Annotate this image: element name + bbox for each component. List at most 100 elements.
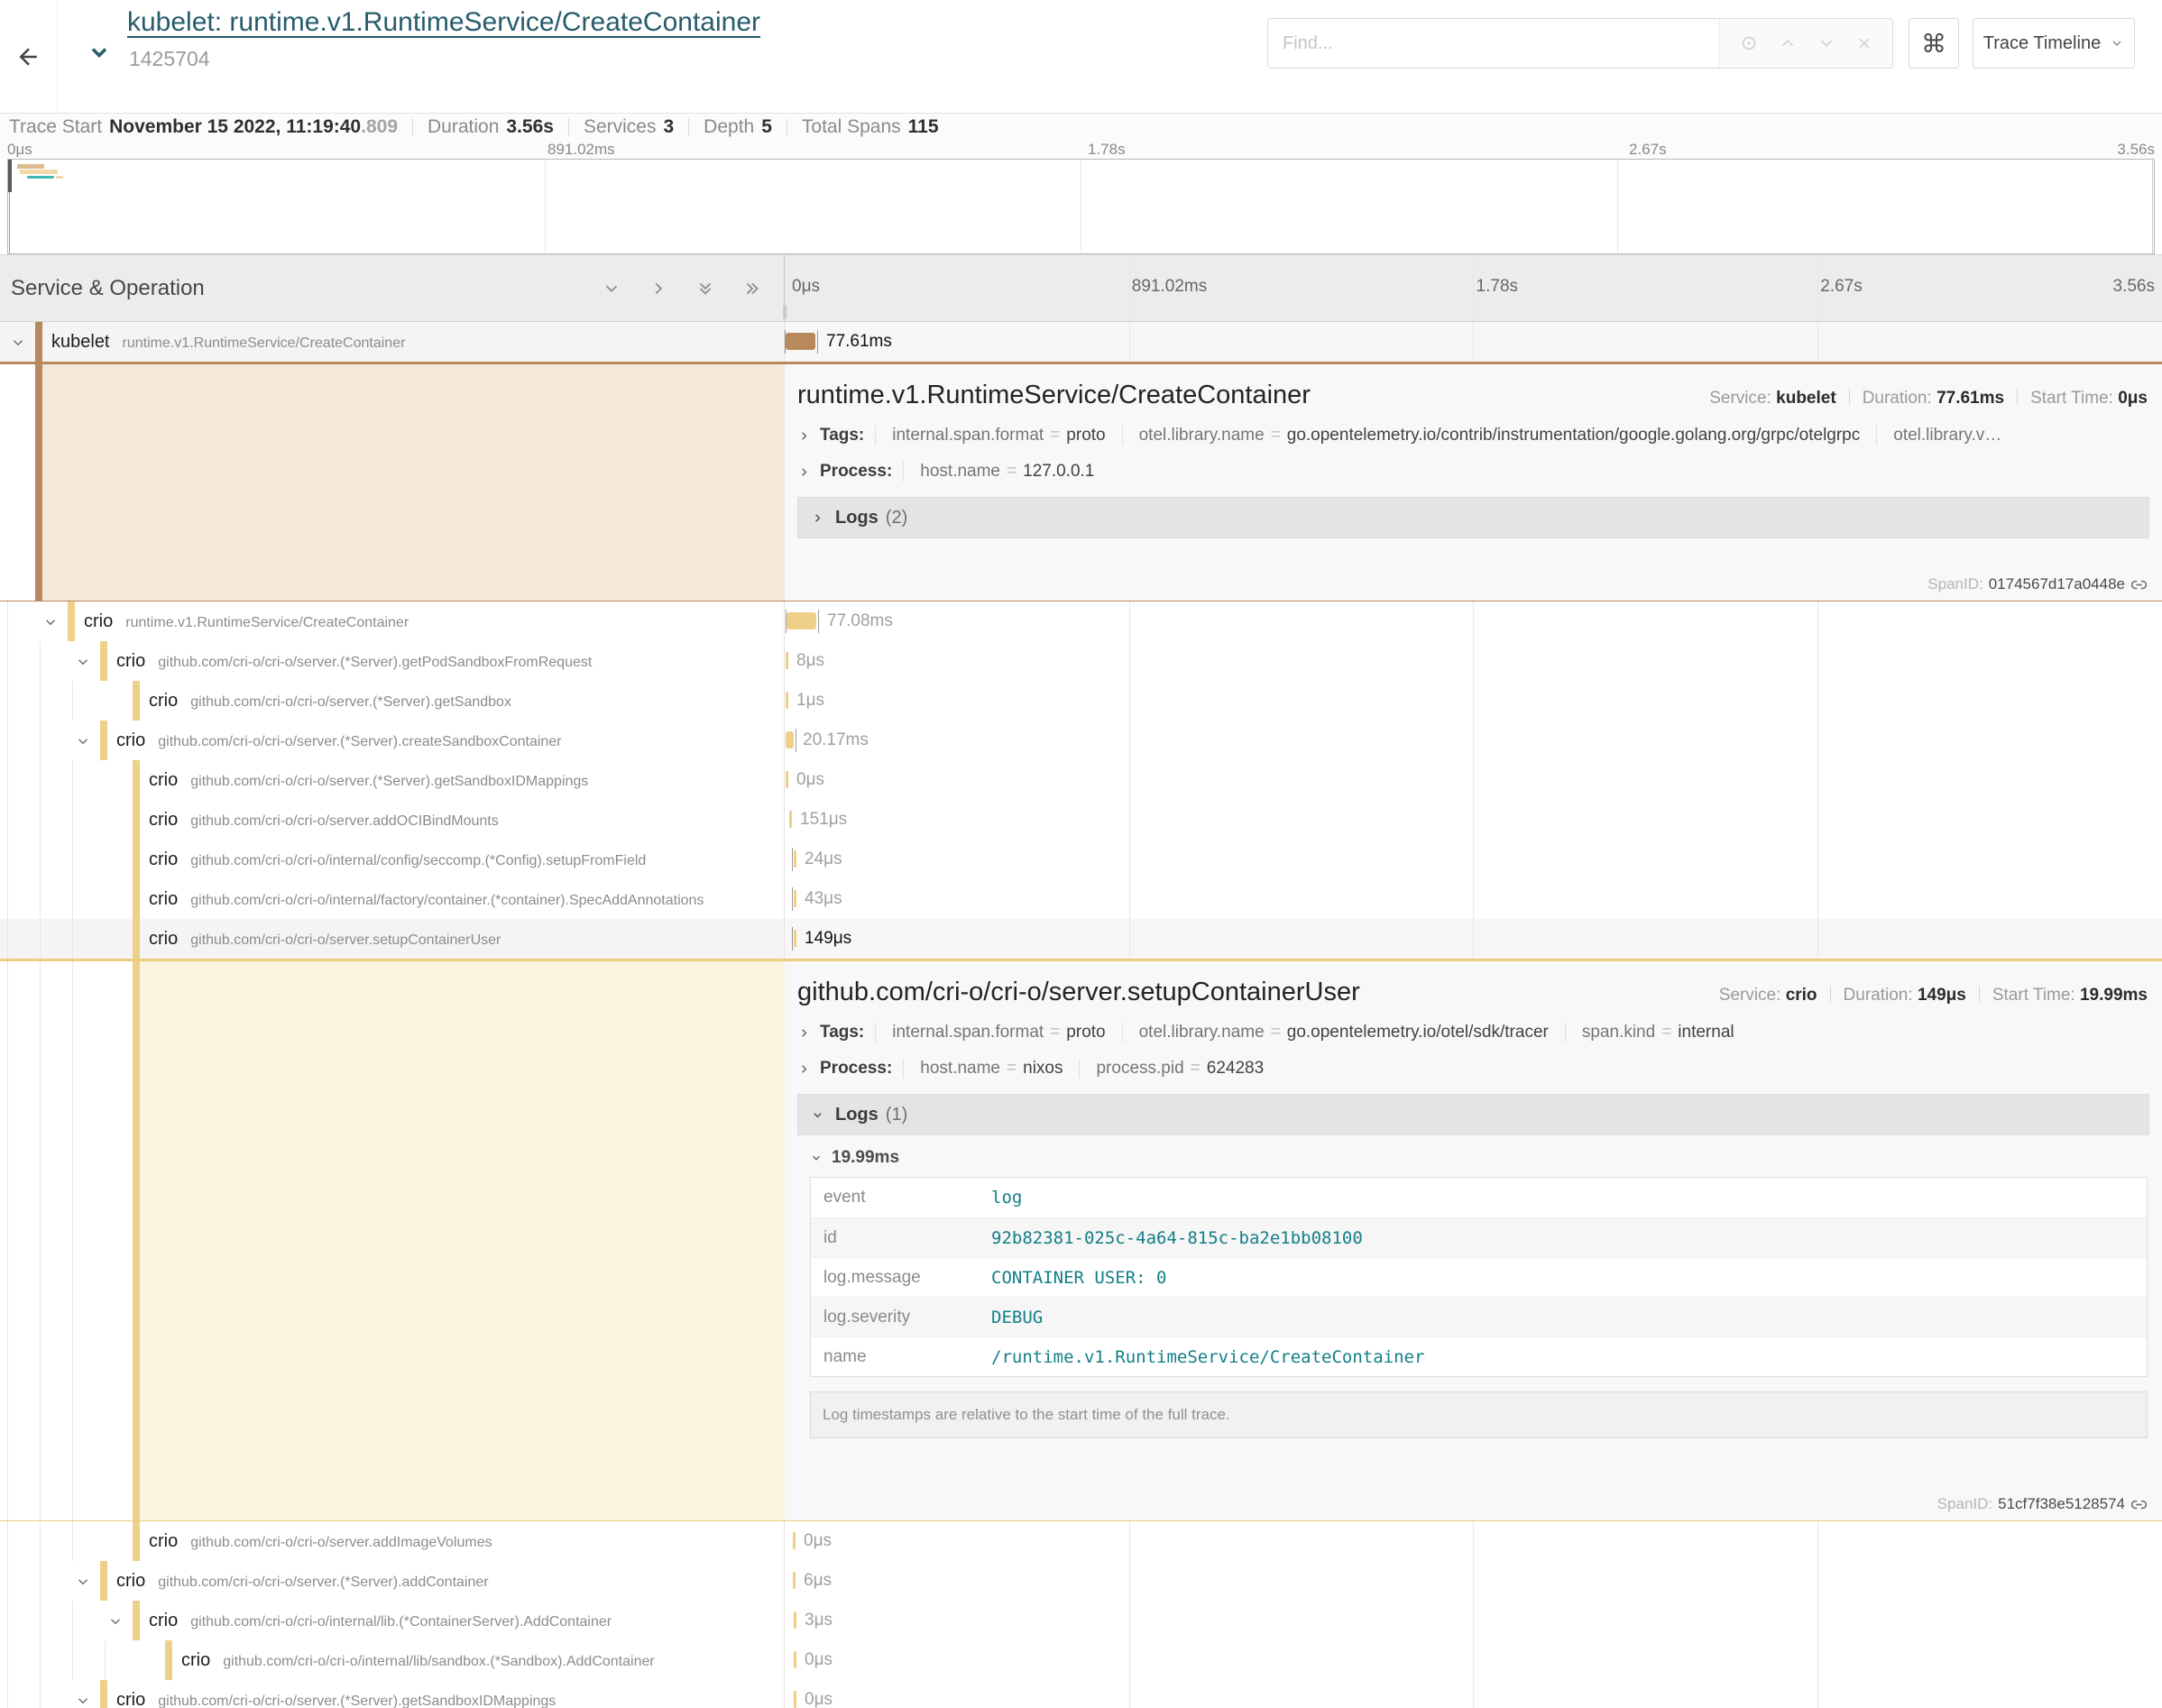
view-selector-button[interactable]: Trace Timeline	[1973, 18, 2135, 69]
span-duration: 77.08ms	[827, 601, 893, 641]
tags-row[interactable]: Tags: internal.span.format=proto otel.li…	[785, 418, 2162, 454]
log-field-row: log.message CONTAINER USER: 0	[811, 1257, 2147, 1297]
span-name[interactable]: criogithub.com/cri-o/cri-o/server.(*Serv…	[116, 1680, 556, 1708]
find-input[interactable]	[1268, 19, 1719, 68]
minimap-span-kubelet	[17, 164, 44, 169]
span-bar[interactable]	[794, 930, 796, 947]
span-duration: 77.61ms	[826, 322, 892, 362]
span-bar[interactable]	[786, 692, 788, 709]
span-name[interactable]: criogithub.com/cri-o/cri-o/internal/fact…	[149, 879, 704, 919]
span-row-getpodsandboxfromrequest[interactable]: criogithub.com/cri-o/cri-o/server.(*Serv…	[0, 641, 2162, 681]
collapse-all-icon[interactable]	[695, 279, 715, 298]
next-match-icon[interactable]	[1817, 33, 1836, 53]
span-name[interactable]: criogithub.com/cri-o/cri-o/internal/conf…	[149, 840, 646, 879]
span-bar[interactable]	[789, 811, 792, 828]
span-row-addimagevolumes[interactable]: criogithub.com/cri-o/cri-o/server.addIma…	[0, 1521, 2162, 1561]
span-name[interactable]: criogithub.com/cri-o/cri-o/server.addOCI…	[149, 800, 499, 840]
keyboard-shortcuts-button[interactable]: ⌘	[1909, 18, 1959, 69]
expand-one-icon[interactable]	[649, 279, 668, 298]
tick-label: 891.02ms	[1132, 277, 1207, 297]
span-row-seccomp-setupfromfield[interactable]: criogithub.com/cri-o/cri-o/internal/conf…	[0, 840, 2162, 879]
span-row-addcontainer[interactable]: criogithub.com/cri-o/cri-o/server.(*Serv…	[0, 1561, 2162, 1601]
focus-match-icon[interactable]	[1739, 33, 1759, 53]
service-color-bar	[35, 322, 42, 362]
span-bar[interactable]	[786, 731, 794, 748]
span-bar[interactable]	[794, 1651, 796, 1668]
span-name[interactable]: kubeletruntime.v1.RuntimeService/CreateC…	[51, 322, 405, 362]
span-row-sandbox-addcontainer[interactable]: criogithub.com/cri-o/cri-o/internal/lib/…	[0, 1640, 2162, 1680]
chevron-right-icon	[797, 465, 811, 479]
span-row-getsandboxidmappings[interactable]: criogithub.com/cri-o/cri-o/server.(*Serv…	[0, 760, 2162, 800]
collapse-one-icon[interactable]	[602, 279, 621, 298]
span-bar[interactable]	[786, 652, 788, 669]
span-bar[interactable]	[786, 771, 788, 788]
span-name[interactable]: criogithub.com/cri-o/cri-o/server.(*Serv…	[116, 1561, 489, 1601]
span-name[interactable]: criogithub.com/cri-o/cri-o/server.(*Serv…	[149, 681, 511, 721]
link-icon[interactable]	[2130, 576, 2148, 593]
log-entry-header[interactable]: 19.99ms	[785, 1135, 2162, 1171]
clear-search-icon[interactable]	[1855, 34, 1873, 52]
process-row[interactable]: Process: host.name=127.0.0.1	[785, 454, 2162, 490]
tags-row[interactable]: Tags: internal.span.format=proto otel.li…	[785, 1015, 2162, 1051]
gutter-tint	[140, 961, 785, 1520]
span-row-containerserver-addcontainer[interactable]: criogithub.com/cri-o/cri-o/internal/lib.…	[0, 1601, 2162, 1640]
prev-match-icon[interactable]	[1778, 33, 1798, 53]
span-bar[interactable]	[794, 1691, 796, 1708]
trace-start-fraction: .809	[361, 116, 398, 138]
span-row-createsandboxcontainer[interactable]: criogithub.com/cri-o/cri-o/server.(*Serv…	[0, 721, 2162, 760]
logs-accordion[interactable]: Logs(2)	[797, 497, 2149, 538]
span-name[interactable]: criogithub.com/cri-o/cri-o/server.(*Serv…	[116, 641, 592, 681]
span-bar[interactable]	[793, 1532, 796, 1549]
span-row-crio-createcontainer[interactable]: crioruntime.v1.RuntimeService/CreateCont…	[0, 601, 2162, 641]
link-icon[interactable]	[2130, 1496, 2148, 1513]
span-row-specaddannotations[interactable]: criogithub.com/cri-o/cri-o/internal/fact…	[0, 879, 2162, 919]
service-color-strip	[133, 961, 140, 1520]
span-name[interactable]: criogithub.com/cri-o/cri-o/server.setupC…	[149, 919, 501, 959]
chevron-down-icon[interactable]	[75, 1574, 91, 1590]
process-row[interactable]: Process: host.name=nixos process.pid=624…	[785, 1051, 2162, 1087]
chevron-down-icon[interactable]	[75, 1693, 91, 1708]
logs-accordion[interactable]: Logs(1)	[797, 1094, 2149, 1135]
service-color-bar	[165, 1640, 172, 1680]
span-name[interactable]: criogithub.com/cri-o/cri-o/internal/lib.…	[149, 1601, 612, 1640]
span-duration: 8μs	[796, 641, 824, 681]
span-bar[interactable]	[793, 1572, 796, 1589]
span-bar[interactable]	[794, 890, 796, 907]
span-bar[interactable]	[794, 1612, 796, 1629]
chevron-down-icon[interactable]	[107, 1613, 124, 1630]
trace-start-label: Trace Start	[9, 116, 102, 138]
chevron-down-icon[interactable]	[75, 733, 91, 749]
span-name[interactable]: crioruntime.v1.RuntimeService/CreateCont…	[84, 601, 409, 641]
chevron-down-icon[interactable]	[42, 614, 59, 630]
span-name[interactable]: criogithub.com/cri-o/cri-o/server.addIma…	[149, 1521, 492, 1561]
span-name[interactable]: criogithub.com/cri-o/cri-o/server.(*Serv…	[116, 721, 562, 760]
chevron-down-icon[interactable]	[75, 654, 91, 670]
minimap-scrubber-handle[interactable]	[8, 160, 12, 192]
trace-title-link[interactable]: kubelet: runtime.v1.RuntimeService/Creat…	[127, 7, 760, 38]
trace-collapse-toggle[interactable]	[87, 40, 112, 65]
process-kv: process.pid=624283	[1079, 1059, 1280, 1079]
back-button[interactable]	[0, 0, 58, 114]
trace-start-value: November 15 2022, 11:19:40	[109, 116, 361, 138]
minimap[interactable]	[7, 159, 2155, 254]
span-id-row: SpanID: 51cf7f38e5128574	[1937, 1495, 2148, 1513]
log-field-row: log.severity DEBUG	[811, 1297, 2147, 1336]
span-row-kubelet-createcontainer[interactable]: kubeletruntime.v1.RuntimeService/CreateC…	[0, 322, 2162, 362]
span-bar[interactable]	[786, 333, 815, 350]
span-row-getsandbox[interactable]: criogithub.com/cri-o/cri-o/server.(*Serv…	[0, 681, 2162, 721]
process-kv: host.name=127.0.0.1	[903, 462, 1110, 482]
span-name[interactable]: criogithub.com/cri-o/cri-o/server.(*Serv…	[149, 760, 588, 800]
chevron-down-icon[interactable]	[10, 335, 26, 351]
span-row-addocibindmounts[interactable]: criogithub.com/cri-o/cri-o/server.addOCI…	[0, 800, 2162, 840]
span-duration: 0μs	[796, 760, 824, 800]
minimap-span-crio-small	[56, 176, 63, 179]
tick-label: 1.78s	[1088, 141, 1126, 159]
expand-all-icon[interactable]	[742, 279, 762, 298]
span-bar[interactable]	[794, 850, 796, 868]
span-bar[interactable]	[787, 612, 816, 629]
span-name[interactable]: criogithub.com/cri-o/cri-o/internal/lib/…	[181, 1640, 655, 1680]
span-row-setupcontaineruser[interactable]: criogithub.com/cri-o/cri-o/server.setupC…	[0, 919, 2162, 959]
span-duration: 0μs	[804, 1521, 832, 1561]
tick-label: 2.67s	[1629, 141, 1667, 159]
span-row-getsandboxidmappings-2[interactable]: criogithub.com/cri-o/cri-o/server.(*Serv…	[0, 1680, 2162, 1708]
